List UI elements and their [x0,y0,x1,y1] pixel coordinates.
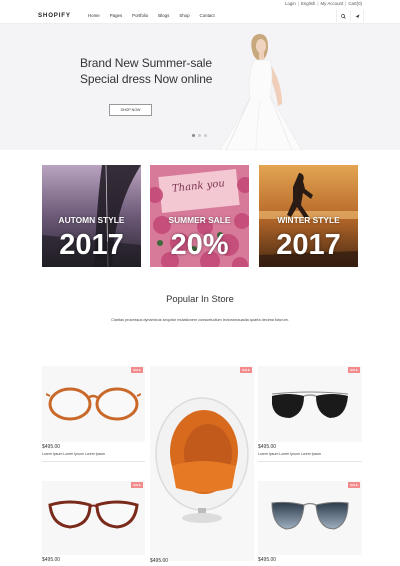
carousel-dots [192,134,207,137]
account-links: Login | English | My Account | Cart(0) [285,1,362,6]
product-description: Lorem Ipsum Lorem Ipsum Lorem Ipsum [42,452,106,456]
my-account-link[interactable]: My Account [320,1,343,6]
top-utility-bar: Login | English | My Account | Cart(0) [0,0,400,8]
product-price: $495.00 [150,558,169,564]
separator: | [297,1,299,6]
product-image-orange-glasses [46,387,141,421]
carousel-dot[interactable] [204,134,207,137]
sale-badge: SALE [348,482,360,488]
separator: | [345,1,347,6]
promo-banners: AUTOMN STYLE 2017 Thank you SUMMER SALE … [42,165,358,267]
promo-summer[interactable]: Thank you SUMMER SALE 20% [150,165,249,267]
divider [258,461,362,462]
divider [42,461,145,462]
nav-item-shop[interactable]: Shop [179,13,189,18]
hero-banner: Brand New Summer-sale Special dress Now … [0,24,400,150]
cart-link[interactable]: Cart(0) [348,1,362,6]
product-card[interactable]: SALE [258,481,362,555]
separator: | [317,1,319,6]
sale-badge: SALE [348,367,360,373]
product-image-tortoise-glasses [48,500,139,529]
product-image-egg-chair [155,397,249,523]
product-description: Lorem Ipsum Lorem Ipsum Lorem Ipsum [258,452,322,456]
sale-badge: SALE [240,367,252,373]
product-image-black-sunglasses [271,391,349,418]
promo-big-text: 20% [170,229,229,261]
language-link[interactable]: English [301,1,315,6]
product-price: $495.00 [42,444,61,450]
promo-autumn[interactable]: AUTOMN STYLE 2017 [42,165,141,267]
promo-title: AUTOMN STYLE [58,215,125,225]
product-card[interactable]: SALE [42,481,145,555]
product-image-aviator-sunglasses [271,501,349,530]
share-icon [355,14,359,18]
promo-title: SUMMER SALE [168,215,231,225]
sale-badge: SALE [131,482,143,488]
product-card[interactable]: SALE [258,366,362,442]
nav-item-portfolio[interactable]: Portfolio [132,13,148,18]
promo-winter[interactable]: WINTER STYLE 2017 [259,165,358,267]
search-icon [341,13,346,19]
product-price: $495.00 [258,444,277,450]
site-logo[interactable]: SHOPIFY [38,12,71,19]
carousel-dot[interactable] [192,134,195,137]
promo-title: WINTER STYLE [277,215,340,225]
product-card[interactable]: SALE [150,366,254,561]
nav-item-contact[interactable]: Contact [200,13,215,18]
section-subtitle: Claritas processus dynamicus sequitur mu… [111,318,289,322]
shop-now-button[interactable]: SHOP NOW [109,104,152,116]
promo-big-text: 2017 [59,229,124,261]
product-price: $495.00 [258,557,277,563]
nav-item-blogs[interactable]: Blogs [158,13,169,18]
nav-item-home[interactable]: Home [88,13,100,18]
main-menu: Home Pages Portfolio Blogs Shop Contact [88,13,215,18]
model-image [219,34,303,150]
section-title: Popular In Store [166,293,234,304]
main-navbar: SHOPIFY Home Pages Portfolio Blogs Shop … [0,8,400,24]
search-button[interactable] [336,10,350,22]
product-card[interactable]: SALE [42,366,145,442]
share-button[interactable] [350,10,364,22]
nav-item-pages[interactable]: Pages [110,13,122,18]
carousel-dot[interactable] [198,134,201,137]
product-price: $495.00 [42,557,61,563]
login-link[interactable]: Login [285,1,296,6]
sale-badge: SALE [131,367,143,373]
promo-big-text: 2017 [276,229,341,261]
